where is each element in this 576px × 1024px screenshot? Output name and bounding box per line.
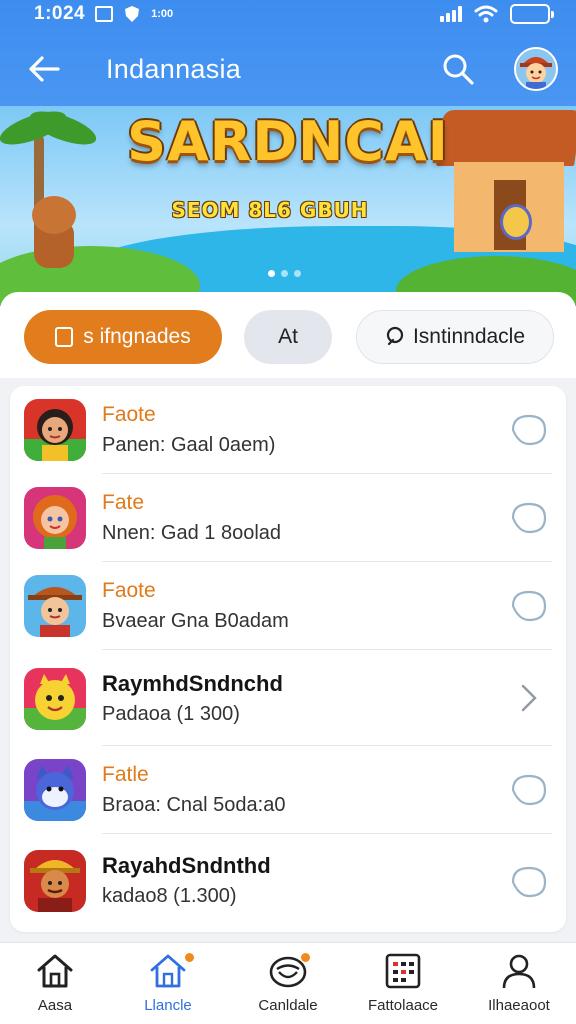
select-button[interactable] [510, 772, 548, 808]
item-subtitle: Nnen: Gad 1 8oolad [102, 522, 282, 544]
item-subtitle: Padaoa (1 300) [102, 703, 240, 725]
nav-home-label: Aasa [37, 997, 73, 1014]
nav-fattolaace-label: Fattolaace [367, 997, 439, 1014]
bottom-navigation: Aasa Llancle Canldale Fattolaace Ilhaeao… [0, 942, 576, 1024]
banner-subtitle: SEOM 8L6 GBUH [171, 198, 369, 222]
profile-icon [502, 954, 536, 989]
wifi-icon [474, 5, 498, 23]
nav-profile-label: Ilhaeaoot [488, 997, 550, 1014]
tab-search-label: Isntinndacle [412, 325, 526, 348]
status-time: 1:024 [34, 3, 86, 24]
nav-canldale[interactable]: Canldale [233, 951, 343, 1014]
page-title: Indannasia [106, 53, 242, 84]
banner-title: SARDNCAI [127, 110, 449, 173]
list-item[interactable]: Faote Panen: Gaal 0aem) [10, 386, 566, 474]
circle-bubble-icon [511, 866, 547, 898]
search-button[interactable] [438, 49, 478, 89]
carousel-indicator [268, 270, 301, 277]
item-title: RayahdSndnthd [102, 853, 271, 878]
list-item[interactable]: Fate Nnen: Gad 1 8oolad [10, 474, 566, 562]
item-title: Fatle [102, 763, 149, 786]
circle-bubble-icon [511, 414, 547, 446]
search-icon [386, 326, 404, 346]
circle-bubble-icon [511, 590, 547, 622]
circle-bubble-icon [511, 502, 547, 534]
item-title: RaymhdSndnchd [102, 671, 283, 696]
select-button[interactable] [510, 864, 548, 900]
top-app-bar: 1:024 1:00 Indannasia [0, 0, 576, 106]
nav-llancle-label: Llancle [144, 997, 192, 1014]
header: Indannasia [0, 36, 576, 102]
tab-primary[interactable]: s ifngnades [24, 310, 222, 364]
chevron-right-icon [521, 684, 537, 712]
item-subtitle: Panen: Gaal 0aem) [102, 434, 276, 456]
status-bar: 1:024 1:00 [0, 0, 576, 28]
list-item[interactable]: RaymhdSndnchd Padaoa (1 300) [10, 652, 566, 746]
search-icon [443, 54, 474, 85]
status-mini-text: 1:00 [151, 8, 174, 20]
calendar-icon [385, 953, 421, 989]
circle-bubble-icon [511, 774, 547, 806]
home-icon [37, 954, 73, 988]
notification-square-icon [95, 6, 114, 22]
redhead-avatar-icon [24, 487, 86, 549]
list-item[interactable]: Faote Bvaear Gna B0adam [10, 562, 566, 650]
list-item[interactable]: Fatle Braoa: Cnal 5oda:a0 [10, 746, 566, 834]
item-subtitle: Bvaear Gna B0adam [102, 610, 289, 632]
nav-home[interactable]: Aasa [0, 951, 110, 1014]
yellow-creature-icon [24, 668, 86, 730]
notification-badge [185, 953, 194, 962]
tab-search[interactable]: Isntinndacle [356, 310, 554, 364]
select-button[interactable] [510, 588, 548, 624]
arrow-left-icon [29, 56, 60, 82]
item-title: Fate [102, 491, 145, 514]
item-subtitle: Braoa: Cnal 5oda:a0 [102, 794, 286, 816]
game-list: Faote Panen: Gaal 0aem) Fate Nnen: Gad 1… [10, 386, 566, 932]
tab-at[interactable]: At [244, 310, 332, 364]
cowboy-avatar-icon [24, 575, 86, 637]
nav-canldale-label: Canldale [258, 997, 318, 1014]
tab-primary-label: s ifngnades [83, 325, 191, 348]
filter-tabs: s ifngnades At Isntinndacle [0, 292, 576, 378]
select-button[interactable] [510, 500, 548, 536]
location-shield-icon [125, 6, 140, 22]
profile-avatar[interactable] [514, 47, 558, 91]
item-title: Faote [102, 403, 156, 426]
open-button[interactable] [510, 680, 548, 716]
promo-banner[interactable]: SARDNCAI SEOM 8L6 GBUH [0, 106, 576, 306]
document-icon [55, 327, 74, 347]
item-title: Faote [102, 579, 156, 602]
nav-llancle[interactable]: Llancle [113, 951, 223, 1014]
battery-icon [510, 4, 554, 24]
list-item[interactable]: RayahdSndnthd kadao8 (1.300) [10, 834, 566, 928]
select-button[interactable] [510, 412, 548, 448]
tab-at-label: At [278, 325, 298, 348]
back-button[interactable] [24, 49, 64, 89]
avatar-face-icon [516, 49, 556, 89]
signal-icon [440, 6, 462, 22]
blue-cat-icon [24, 759, 86, 821]
nav-fattolaace[interactable]: Fattolaace [348, 951, 458, 1014]
home-outline-icon [150, 954, 186, 988]
nav-profile[interactable]: Ilhaeaoot [464, 951, 574, 1014]
warrior-avatar-icon [24, 850, 86, 912]
girl-avatar-icon [24, 399, 86, 461]
item-subtitle: kadao8 (1.300) [102, 885, 237, 907]
notification-badge [301, 953, 310, 962]
